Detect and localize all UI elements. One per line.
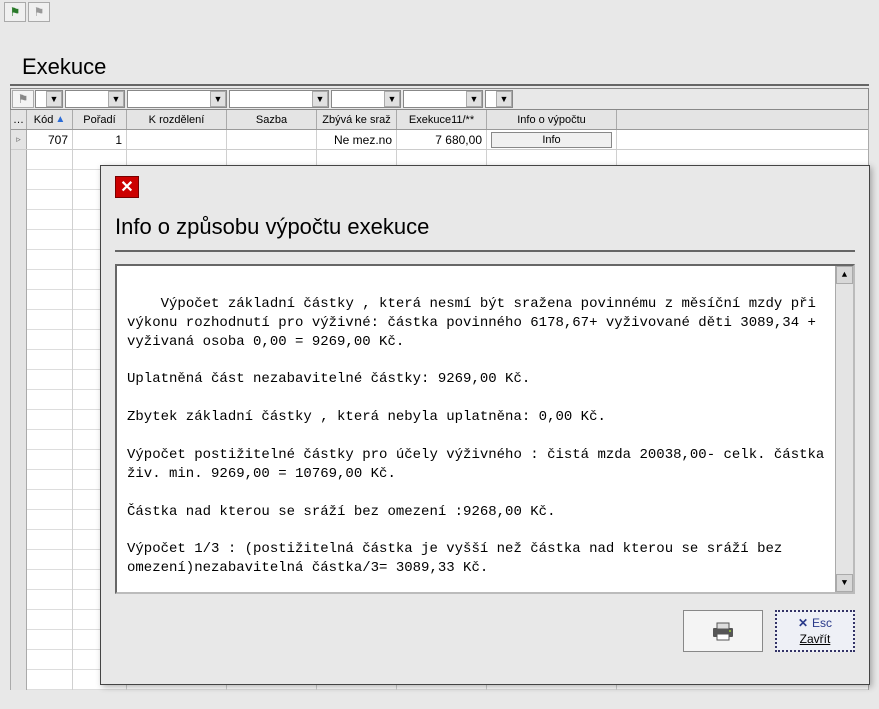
scroll-up-icon[interactable]: ▲ — [836, 266, 853, 284]
filter-dropdown-2[interactable]: ▼ — [65, 90, 125, 108]
filter-dropdown-1[interactable]: ▼ — [35, 90, 63, 108]
filter-dropdown-7[interactable]: ▼ — [485, 90, 513, 108]
close-icon: ✕ — [120, 177, 133, 197]
table-row[interactable]: ▹ 707 1 Ne mez.no 7 680,00 Info — [11, 130, 868, 150]
calculation-text[interactable]: Výpočet základní částky , která nesmí bý… — [115, 264, 855, 594]
filter-flag-button[interactable]: ⚑ — [12, 90, 34, 108]
col-header-info[interactable]: Info o výpočtu — [487, 110, 617, 129]
col-header-poradi[interactable]: Pořadí — [73, 110, 127, 129]
chevron-down-icon: ▼ — [496, 91, 512, 107]
col-label: Kód — [34, 114, 54, 126]
filter-dropdown-3[interactable]: ▼ — [127, 90, 227, 108]
chevron-down-icon: ▼ — [210, 91, 226, 107]
dialog-buttons: ✕ Esc Zavřít — [115, 610, 855, 652]
chevron-down-icon: ▼ — [46, 91, 62, 107]
row-marker-icon: ▹ — [11, 130, 27, 149]
col-header-kod[interactable]: Kód ▲ — [27, 110, 73, 129]
info-dialog: ✕ Info o způsobu výpočtu exekuce Výpočet… — [100, 165, 870, 685]
print-button[interactable] — [683, 610, 763, 652]
close-label: Zavřít — [800, 632, 831, 646]
flag-icon: ⚑ — [18, 92, 29, 106]
grid-header: … Kód ▲ Pořadí K rozdělení Sazba Zbývá k… — [11, 110, 868, 130]
cell-zbyva: Ne mez.no — [317, 130, 397, 149]
col-header-exekuce[interactable]: Exekuce11/** — [397, 110, 487, 129]
filter-dropdown-5[interactable]: ▼ — [331, 90, 401, 108]
chevron-down-icon: ▼ — [312, 91, 328, 107]
scroll-down-icon[interactable]: ▼ — [836, 574, 853, 592]
flag-grey-button[interactable]: ⚑ — [28, 2, 50, 22]
flag-icon: ⚑ — [34, 5, 45, 19]
sort-asc-icon: ▲ — [55, 114, 65, 125]
close-x-icon: ✕ — [798, 616, 808, 630]
col-header-krozdeleni[interactable]: K rozdělení — [127, 110, 227, 129]
flag-green-button[interactable]: ⚑ — [4, 2, 26, 22]
col-header-zbyva[interactable]: Zbývá ke sraž — [317, 110, 397, 129]
filter-dropdown-6[interactable]: ▼ — [403, 90, 483, 108]
filter-dropdown-4[interactable]: ▼ — [229, 90, 329, 108]
flag-icon: ⚑ — [10, 5, 21, 19]
cell-sazba — [227, 130, 317, 149]
cell-kod: 707 — [27, 130, 73, 149]
cell-info: Info — [487, 130, 617, 149]
close-key-label: Esc — [812, 616, 832, 630]
chevron-down-icon: ▼ — [466, 91, 482, 107]
close-esc-button[interactable]: ✕ Esc Zavřít — [775, 610, 855, 652]
calculation-body: Výpočet základní částky , která nesmí bý… — [127, 296, 833, 594]
grid-corner: … — [11, 110, 27, 129]
top-toolbar: ⚑ ⚑ — [0, 0, 879, 24]
page-title: Exekuce — [10, 24, 869, 86]
chevron-down-icon: ▼ — [108, 91, 124, 107]
filter-bar: ⚑ ▼ ▼ ▼ ▼ ▼ ▼ ▼ — [10, 88, 869, 110]
chevron-down-icon: ▼ — [384, 91, 400, 107]
cell-exekuce: 7 680,00 — [397, 130, 487, 149]
info-button[interactable]: Info — [491, 132, 612, 148]
col-header-sazba[interactable]: Sazba — [227, 110, 317, 129]
printer-icon — [709, 620, 737, 642]
dialog-title: Info o způsobu výpočtu exekuce — [115, 214, 855, 252]
cell-poradi: 1 — [73, 130, 127, 149]
cell-krozdeleni — [127, 130, 227, 149]
close-button[interactable]: ✕ — [115, 176, 139, 198]
vertical-scrollbar[interactable]: ▲ ▼ — [835, 266, 853, 592]
